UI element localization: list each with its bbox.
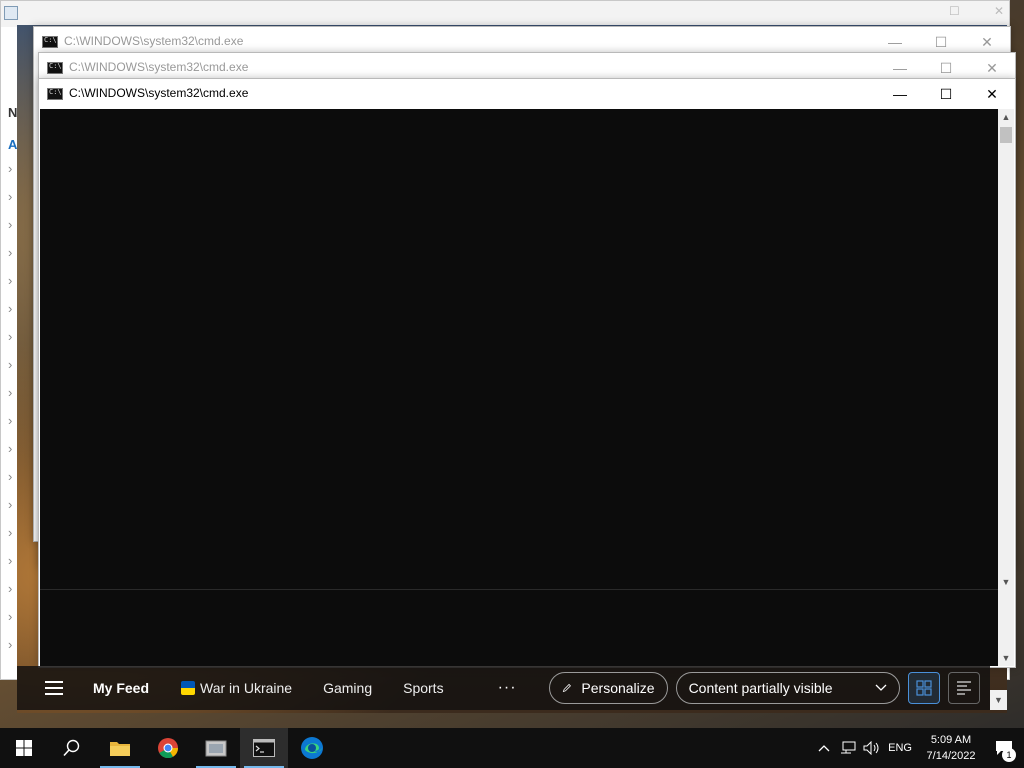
chevron-right-icon[interactable]: › [8, 161, 12, 189]
chrome-icon [158, 738, 179, 759]
folder-icon [110, 742, 130, 756]
maximize-button[interactable]: ☐ [923, 79, 969, 109]
feed-tab-gaming[interactable]: Gaming [323, 680, 372, 696]
window-title: C:\WINDOWS\system32\cmd.exe [69, 86, 249, 100]
pencil-icon [562, 683, 571, 693]
list-view-icon [956, 681, 971, 695]
taskbar: ENG 5:09 AM 7/14/2022 1 [0, 728, 1024, 768]
background-close-icon[interactable]: ✕ [994, 4, 1004, 18]
window-title: C:\WINDOWS\system32\cmd.exe [64, 34, 244, 48]
start-button[interactable] [0, 728, 48, 768]
personalize-button[interactable]: Personalize [548, 672, 668, 704]
console-divider [40, 589, 998, 590]
background-app-icon [4, 6, 18, 20]
cmd-window-active[interactable]: C:\WINDOWS\system32\cmd.exe — ☐ ✕ ▲ ▼ ▼ [38, 78, 1016, 668]
list-view-button[interactable] [947, 672, 980, 704]
chevron-right-icon[interactable]: › [8, 525, 12, 553]
search-icon [63, 739, 80, 757]
news-feed-bar: My Feed War in Ukraine Gaming Sports ···… [17, 666, 990, 710]
background-side-letter: A [8, 137, 18, 152]
grid-view-icon [915, 680, 932, 696]
file-explorer-button[interactable] [96, 728, 144, 768]
chevron-right-icon[interactable]: › [8, 217, 12, 245]
edge-button[interactable] [288, 728, 336, 768]
chevron-right-icon[interactable]: › [8, 609, 12, 637]
feed-tab-war-in-ukraine[interactable]: War in Ukraine [181, 680, 292, 696]
system-tray: ENG 5:09 AM 7/14/2022 1 [812, 728, 1024, 768]
chevron-right-icon[interactable]: › [8, 301, 12, 329]
chevron-right-icon[interactable]: › [8, 497, 12, 525]
cmd-icon [253, 739, 275, 757]
clock[interactable]: 5:09 AM 7/14/2022 [918, 732, 984, 764]
scroll-thumb[interactable] [1000, 127, 1012, 143]
chevron-right-icon[interactable]: › [8, 273, 12, 301]
grid-view-button[interactable] [907, 672, 940, 704]
cmd-titlebar[interactable]: C:\WINDOWS\system32\cmd.exe — ☐ ✕ [39, 79, 1015, 109]
action-center-button[interactable]: 1 [984, 728, 1024, 768]
search-button[interactable] [48, 728, 96, 768]
background-maximize-icon[interactable]: ☐ [949, 4, 960, 18]
personalize-label: Personalize [581, 680, 655, 696]
ukraine-flag-icon [181, 681, 196, 695]
volume-icon[interactable] [860, 728, 884, 768]
chevron-right-icon[interactable]: › [8, 637, 12, 665]
input-language-indicator[interactable]: ENG [888, 742, 912, 754]
chevron-right-icon[interactable]: › [8, 189, 12, 217]
scroll-up-arrow-icon[interactable]: ▲ [998, 109, 1014, 125]
cmd-icon [47, 88, 63, 100]
windows-logo-icon [16, 740, 32, 756]
cmd-taskbar-button[interactable] [240, 728, 288, 768]
content-visibility-dropdown[interactable]: Content partially visible [675, 672, 900, 704]
chevron-down-icon [875, 684, 887, 691]
chevron-right-icon[interactable]: › [8, 245, 12, 273]
chrome-button[interactable] [144, 728, 192, 768]
chevron-right-icon[interactable]: › [8, 469, 12, 497]
hamburger-menu-icon[interactable] [45, 681, 63, 695]
scroll-down-arrow-icon[interactable]: ▼ [998, 574, 1014, 590]
console-output-area[interactable] [40, 109, 998, 666]
window-title: C:\WINDOWS\system32\cmd.exe [69, 60, 249, 74]
show-hidden-icons-chevron-up-icon[interactable] [812, 728, 836, 768]
close-button[interactable]: ✕ [969, 79, 1015, 109]
feed-scroll-down-arrow-icon[interactable]: ▼ [990, 690, 1007, 710]
notification-count-badge: 1 [1002, 748, 1016, 762]
chevron-right-icon[interactable]: › [8, 441, 12, 469]
chevron-right-icon[interactable]: › [8, 385, 12, 413]
vertical-scrollbar[interactable]: ▲ ▼ ▼ [998, 109, 1014, 666]
cmd-icon [47, 62, 63, 74]
chevron-right-icon[interactable]: › [8, 413, 12, 441]
more-options-icon[interactable]: ··· [498, 679, 517, 697]
feed-tab-my-feed[interactable]: My Feed [93, 680, 149, 696]
app-icon [205, 740, 227, 757]
clock-date: 7/14/2022 [926, 750, 976, 762]
minimize-button[interactable]: — [877, 79, 923, 109]
content-visibility-label: Content partially visible [688, 680, 833, 696]
cmd-icon [42, 36, 58, 48]
feed-tab-label: War in Ukraine [200, 680, 293, 696]
chevron-right-icon[interactable]: › [8, 357, 12, 385]
clock-time: 5:09 AM [930, 734, 972, 746]
app-button[interactable] [192, 728, 240, 768]
background-side-letter: N [8, 105, 18, 120]
feed-tab-sports[interactable]: Sports [403, 680, 443, 696]
chevron-right-icon[interactable]: › [8, 581, 12, 609]
background-tree-chevrons: › › › › › › › › › › › › › › › › › › [8, 161, 12, 665]
scroll-down-arrow-icon[interactable]: ▼ [998, 650, 1014, 666]
chevron-right-icon[interactable]: › [8, 329, 12, 357]
background-app-titlebar: ☐ ✕ [1, 1, 1009, 27]
edge-icon [301, 737, 323, 759]
chevron-right-icon[interactable]: › [8, 553, 12, 581]
network-icon[interactable] [836, 728, 860, 768]
